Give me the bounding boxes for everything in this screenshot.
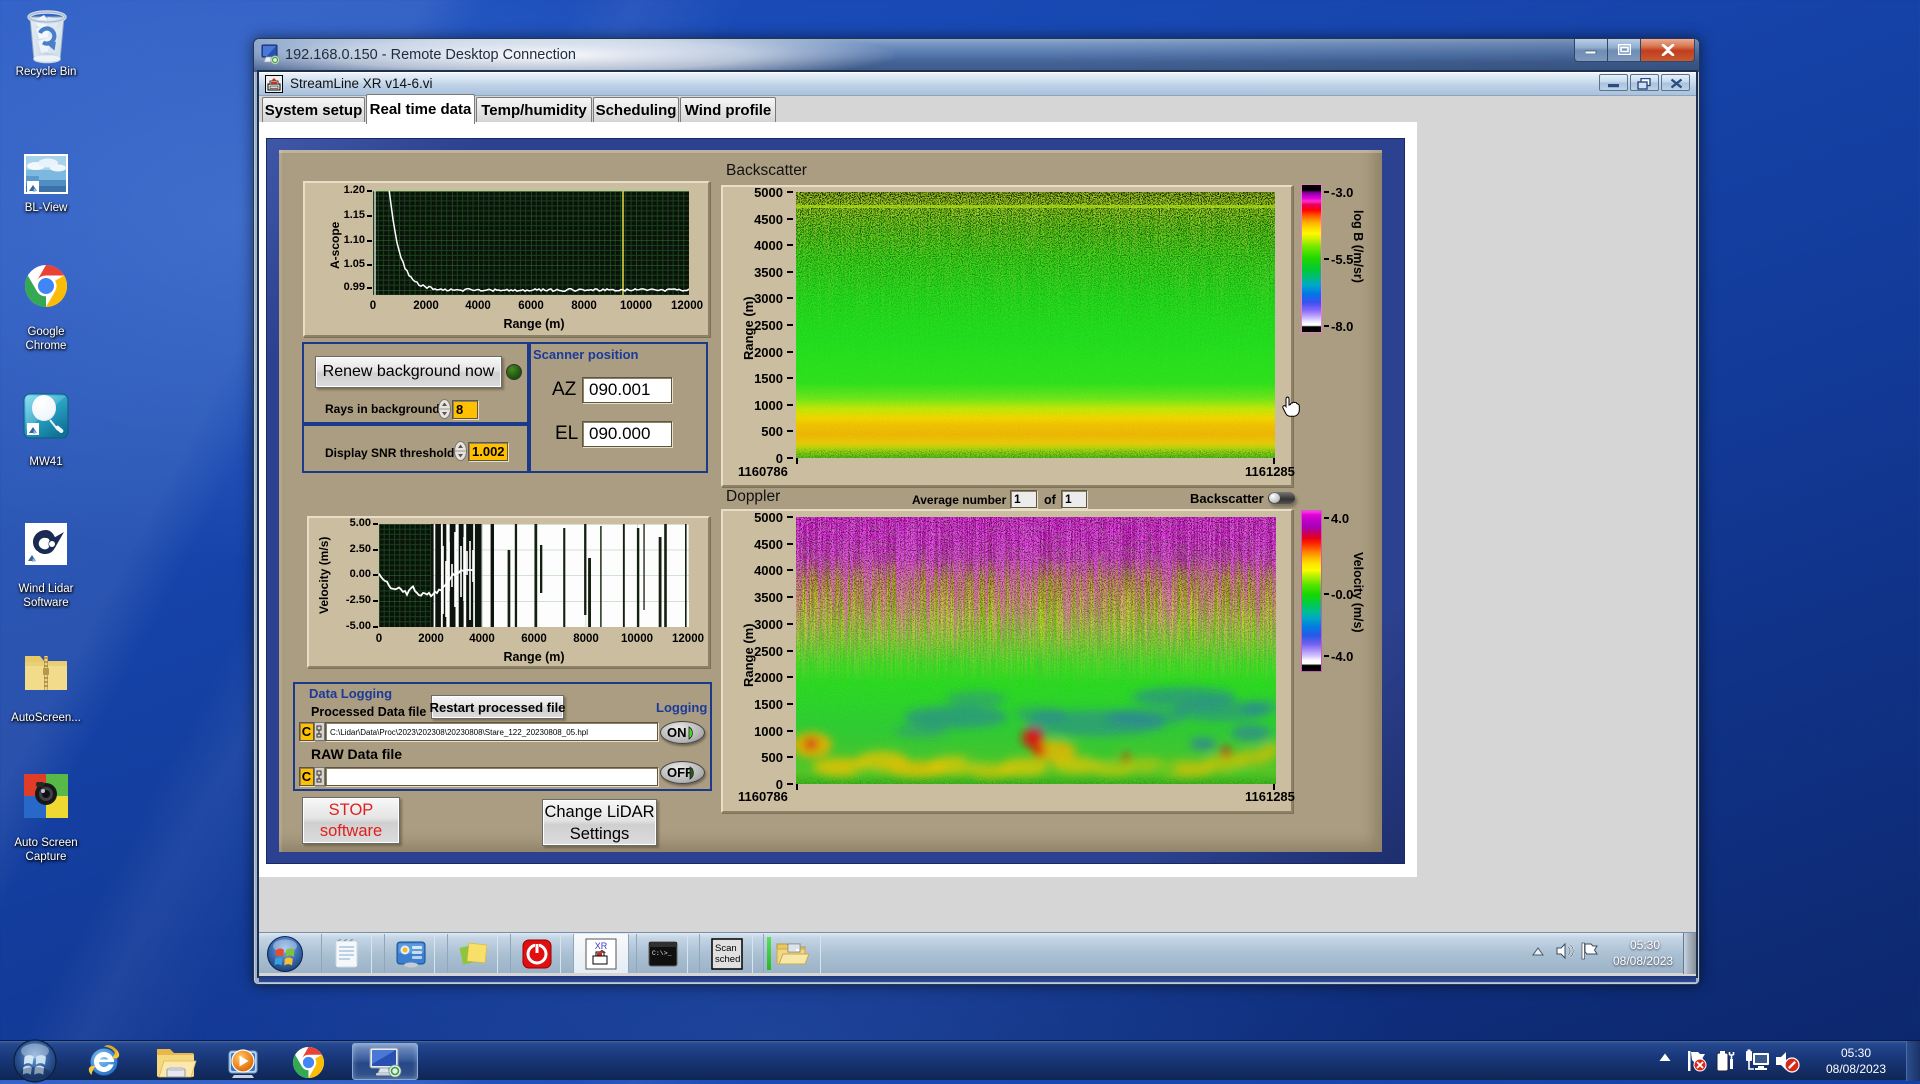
- svg-text:C:\>_: C:\>_: [652, 950, 672, 957]
- svg-text:Scan: Scan: [715, 943, 737, 954]
- svg-text:XR: XR: [595, 941, 608, 951]
- svg-text:sched: sched: [715, 954, 740, 965]
